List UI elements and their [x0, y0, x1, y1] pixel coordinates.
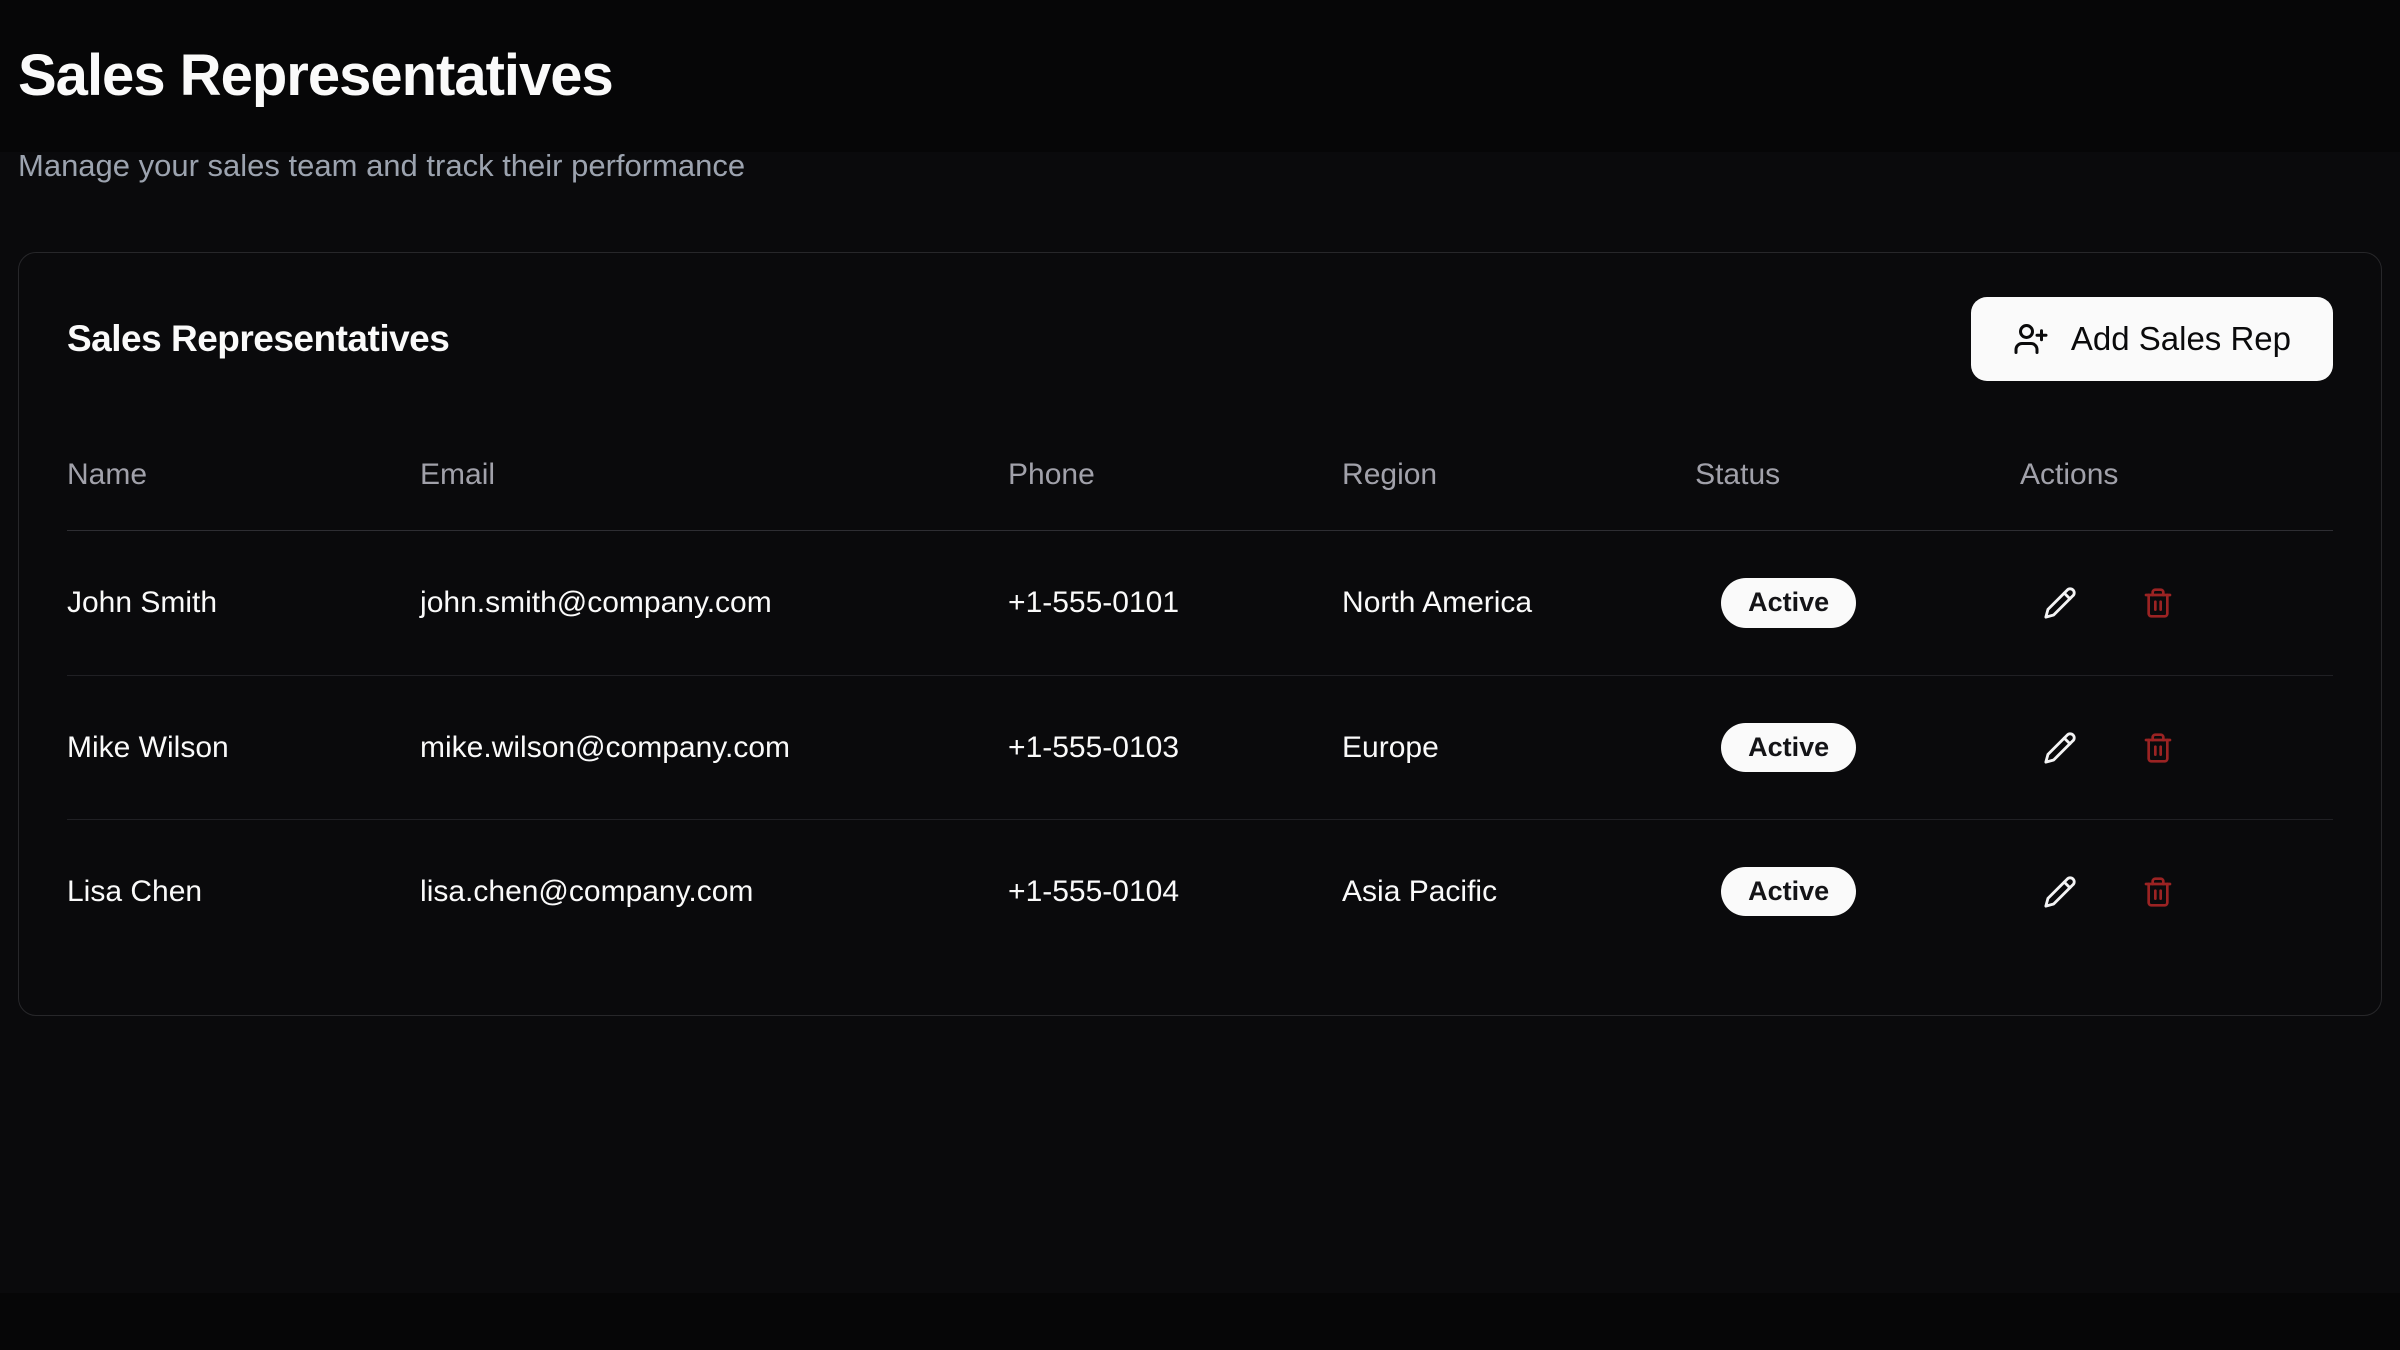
rep-email: mike.wilson@company.com	[420, 731, 1008, 765]
column-header-phone: Phone	[1008, 458, 1342, 492]
rep-actions-cell	[2020, 714, 2333, 782]
status-badge: Active	[1721, 867, 1856, 917]
sales-reps-table: Name Email Phone Region Status Actions J…	[67, 419, 2333, 963]
column-header-email: Email	[420, 458, 1008, 492]
table-header-row: Name Email Phone Region Status Actions	[67, 419, 2333, 531]
status-badge: Active	[1721, 723, 1856, 773]
rep-region: Asia Pacific	[1342, 875, 1695, 909]
user-plus-icon	[2013, 321, 2049, 357]
column-header-region: Region	[1342, 458, 1695, 492]
rep-phone: +1-555-0104	[1008, 875, 1342, 909]
rep-email: john.smith@company.com	[420, 586, 1008, 620]
page-title: Sales Representatives	[18, 44, 2382, 108]
column-header-actions: Actions	[2020, 458, 2333, 492]
pencil-icon	[2043, 875, 2077, 909]
rep-name: Mike Wilson	[67, 731, 420, 765]
table-body: John Smith john.smith@company.com +1-555…	[67, 531, 2333, 963]
page-subtitle: Manage your sales team and track their p…	[18, 144, 2382, 187]
delete-button[interactable]	[2124, 714, 2192, 782]
rep-status-cell: Active	[1695, 723, 2020, 773]
rep-status-cell: Active	[1695, 867, 2020, 917]
edit-button[interactable]	[2026, 714, 2094, 782]
column-header-status: Status	[1695, 458, 2020, 492]
rep-actions-cell	[2020, 858, 2333, 926]
delete-button[interactable]	[2124, 569, 2192, 637]
status-badge: Active	[1721, 578, 1856, 628]
content: Sales Representatives Manage your sales …	[0, 0, 2400, 1016]
column-header-name: Name	[67, 458, 420, 492]
trash-icon	[2142, 876, 2174, 908]
sales-reps-card: Sales Representatives Add Sales Rep	[18, 252, 2382, 1016]
rep-name: Lisa Chen	[67, 875, 420, 909]
add-sales-rep-label: Add Sales Rep	[2071, 320, 2291, 358]
table-row: Mike Wilson mike.wilson@company.com +1-5…	[67, 675, 2333, 819]
rep-phone: +1-555-0101	[1008, 586, 1342, 620]
rep-phone: +1-555-0103	[1008, 731, 1342, 765]
pencil-icon	[2043, 731, 2077, 765]
edit-button[interactable]	[2026, 569, 2094, 637]
table-row: Lisa Chen lisa.chen@company.com +1-555-0…	[67, 819, 2333, 963]
rep-status-cell: Active	[1695, 578, 2020, 628]
add-sales-rep-button[interactable]: Add Sales Rep	[1971, 297, 2333, 381]
edit-button[interactable]	[2026, 858, 2094, 926]
trash-icon	[2142, 587, 2174, 619]
page: Sales Representatives Manage your sales …	[0, 0, 2400, 1350]
delete-button[interactable]	[2124, 858, 2192, 926]
card-header: Sales Representatives Add Sales Rep	[67, 297, 2333, 381]
rep-region: Europe	[1342, 731, 1695, 765]
pencil-icon	[2043, 586, 2077, 620]
rep-actions-cell	[2020, 569, 2333, 637]
trash-icon	[2142, 732, 2174, 764]
rep-name: John Smith	[67, 586, 420, 620]
card-title: Sales Representatives	[67, 318, 449, 360]
rep-email: lisa.chen@company.com	[420, 875, 1008, 909]
table-row: John Smith john.smith@company.com +1-555…	[67, 531, 2333, 675]
rep-region: North America	[1342, 586, 1695, 620]
